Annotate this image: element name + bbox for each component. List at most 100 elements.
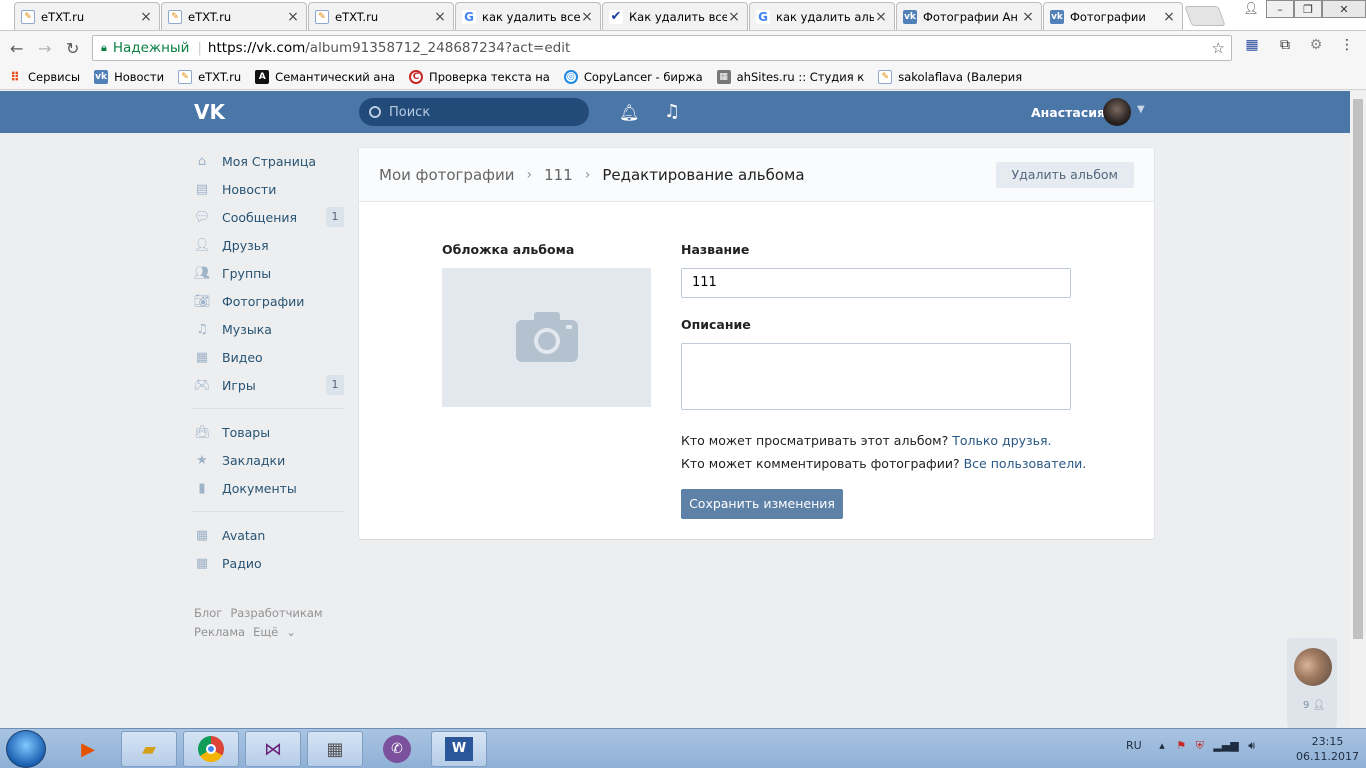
restore-button[interactable]: ❐ xyxy=(1294,0,1322,18)
browser-tab-active[interactable]: vk Фотографии × xyxy=(1043,2,1183,30)
browser-tab[interactable]: ✎ eTXT.ru × xyxy=(14,2,160,30)
bell-icon[interactable]: 🔔︎ xyxy=(619,103,639,122)
chevron-down-icon[interactable]: ▼ xyxy=(1137,104,1145,115)
lock-icon: 🔒︎ xyxy=(101,41,107,54)
footer-link-more[interactable]: Ещё xyxy=(253,625,278,639)
menu-item-photos[interactable]: 📷︎ Фотографии xyxy=(192,287,344,315)
menu-icon[interactable]: ⋮ xyxy=(1338,37,1356,55)
menu-item-music[interactable]: ♫ Музыка xyxy=(192,315,344,343)
menu-item-avatan[interactable]: ▦ Avatan xyxy=(192,521,344,549)
menu-item-groups[interactable]: 👥︎ Группы xyxy=(192,259,344,287)
vk-logo[interactable]: VK xyxy=(194,100,228,124)
profile-icon[interactable]: 👤︎ xyxy=(1240,1,1262,17)
browser-tab[interactable]: ✎ eTXT.ru × xyxy=(161,2,307,30)
browser-tab[interactable]: G как удалить аль × xyxy=(749,2,895,30)
calculator-icon[interactable]: ▦ xyxy=(307,731,363,767)
avatar[interactable] xyxy=(1103,98,1131,126)
menu-item-goods[interactable]: 👜︎ Товары xyxy=(192,418,344,446)
comment-privacy-link[interactable]: Все пользователи. xyxy=(964,456,1087,471)
extension-icon[interactable]: ⧉ xyxy=(1276,37,1294,55)
album-cover[interactable] xyxy=(442,268,651,407)
bookmark-item[interactable]: ✎ eTXT.ru xyxy=(178,69,241,84)
chat-widget[interactable]: 9 👤︎ xyxy=(1287,638,1337,728)
close-icon[interactable]: × xyxy=(286,9,300,25)
avatar[interactable] xyxy=(1294,648,1332,686)
bookmark-item[interactable]: ▦ ahSites.ru :: Студия к xyxy=(716,69,864,84)
extension-icon[interactable]: ⚙ xyxy=(1307,37,1325,55)
chrome-icon[interactable] xyxy=(183,731,239,767)
menu-item-bookmarks[interactable]: ★ Закладки xyxy=(192,446,344,474)
menu-label: Видео xyxy=(222,349,263,365)
volume-icon[interactable]: 🔊︎ xyxy=(1248,739,1255,752)
close-icon[interactable]: × xyxy=(1021,9,1035,25)
back-icon[interactable]: ← xyxy=(10,39,23,58)
reload-icon[interactable]: ↻ xyxy=(66,39,79,58)
close-icon[interactable]: × xyxy=(1162,9,1176,25)
file-explorer-icon[interactable]: ▰ xyxy=(121,731,177,767)
visual-studio-icon[interactable]: ⋈ xyxy=(245,731,301,767)
clock-time: 23:15 xyxy=(1311,735,1344,748)
word-icon[interactable]: W xyxy=(431,731,487,767)
minimize-button[interactable]: – xyxy=(1266,0,1294,18)
delete-album-button[interactable]: Удалить альбом xyxy=(995,162,1134,188)
close-icon[interactable]: × xyxy=(874,9,888,25)
music-note-icon[interactable]: ♫ xyxy=(664,101,680,122)
media-player-icon[interactable]: ▶ xyxy=(60,731,116,767)
close-icon[interactable]: × xyxy=(433,9,447,25)
chevron-up-icon[interactable]: ▴ xyxy=(1159,739,1165,752)
menu-item-documents[interactable]: ▮ Документы xyxy=(192,474,344,502)
bookmark-item[interactable]: C Проверка текста на xyxy=(409,69,550,84)
menu-item-my-page[interactable]: ⌂ Моя Страница xyxy=(192,147,344,175)
search-input[interactable]: Поиск xyxy=(359,98,589,126)
url-bar[interactable]: 🔒︎ Надежный | https://vk.com /album91358… xyxy=(92,35,1232,61)
menu-item-radio[interactable]: ▦ Радио xyxy=(192,549,344,577)
breadcrumb-my-photos[interactable]: Мои фотографии xyxy=(379,166,514,184)
viber-icon[interactable]: ✆ xyxy=(369,731,425,767)
url-host: https://vk.com xyxy=(207,40,306,56)
star-icon[interactable]: ☆ xyxy=(1212,39,1225,57)
bookmark-item[interactable]: ✎ sakolaflava (Валерия xyxy=(878,69,1022,84)
windows-taskbar: ▶ ▰ ⋈ ▦ ✆ W RU ▴ ⚑ ⛨ ▂▄▆ 🔊︎ 23:15 06.11.… xyxy=(0,728,1366,768)
a-favicon: A xyxy=(255,69,270,84)
ahsites-favicon: ▦ xyxy=(716,69,731,84)
browser-tab[interactable]: ✎ eTXT.ru × xyxy=(308,2,454,30)
bookmark-item[interactable]: ⠿ Сервисы xyxy=(8,70,80,84)
window-close-button[interactable]: ✕ xyxy=(1322,0,1366,18)
bookmark-item[interactable]: A Семантический ана xyxy=(255,69,395,84)
language-indicator[interactable]: RU xyxy=(1126,739,1142,752)
browser-tab[interactable]: G как удалить все × xyxy=(455,2,601,30)
user-name[interactable]: Анастасия xyxy=(1031,105,1105,120)
close-icon[interactable]: × xyxy=(580,9,594,25)
forward-icon[interactable]: → xyxy=(38,39,51,58)
signal-icon[interactable]: ▂▄▆ xyxy=(1213,739,1238,752)
bookmark-item[interactable]: vk Новости xyxy=(94,69,164,84)
menu-label: Музыка xyxy=(222,321,272,337)
menu-item-games[interactable]: 🎮︎ Игры 1 xyxy=(192,371,344,399)
clock[interactable]: 23:15 06.11.2017 xyxy=(1296,734,1359,764)
menu-item-news[interactable]: ▤ Новости xyxy=(192,175,344,203)
bookmark-item[interactable]: ◎ CopyLancer - биржа xyxy=(563,69,703,84)
page-scrollbar[interactable] xyxy=(1350,91,1366,728)
footer-link-developers[interactable]: Разработчикам xyxy=(230,606,322,620)
start-button[interactable] xyxy=(6,730,46,768)
new-tab-button[interactable] xyxy=(1184,6,1226,26)
breadcrumb-album[interactable]: 111 xyxy=(544,166,573,184)
scroll-thumb[interactable] xyxy=(1353,99,1363,639)
footer-link-ads[interactable]: Реклама xyxy=(194,625,245,639)
shield-icon[interactable]: ⛨ xyxy=(1196,739,1204,752)
close-icon[interactable]: × xyxy=(727,9,741,25)
close-icon[interactable]: × xyxy=(139,9,153,25)
browser-tab[interactable]: ✔ Как удалить все × xyxy=(602,2,748,30)
footer-links: Блог Разработчикам Реклама Ещё ⌄ xyxy=(194,604,344,642)
view-privacy-link[interactable]: Только друзья. xyxy=(952,433,1051,448)
browser-tab[interactable]: vk Фотографии Ан × xyxy=(896,2,1042,30)
save-changes-button[interactable]: Сохранить изменения xyxy=(681,489,843,519)
menu-item-messages[interactable]: 💬︎ Сообщения 1 xyxy=(192,203,344,231)
menu-item-video[interactable]: ▦ Видео xyxy=(192,343,344,371)
network-icon[interactable]: ⚑ xyxy=(1176,739,1186,752)
menu-item-friends[interactable]: 👤︎ Друзья xyxy=(192,231,344,259)
extension-icon[interactable]: ▦ xyxy=(1243,37,1261,55)
album-name-input[interactable]: 111 xyxy=(681,268,1071,298)
footer-link-blog[interactable]: Блог xyxy=(194,606,222,620)
album-description-input[interactable] xyxy=(681,343,1071,410)
